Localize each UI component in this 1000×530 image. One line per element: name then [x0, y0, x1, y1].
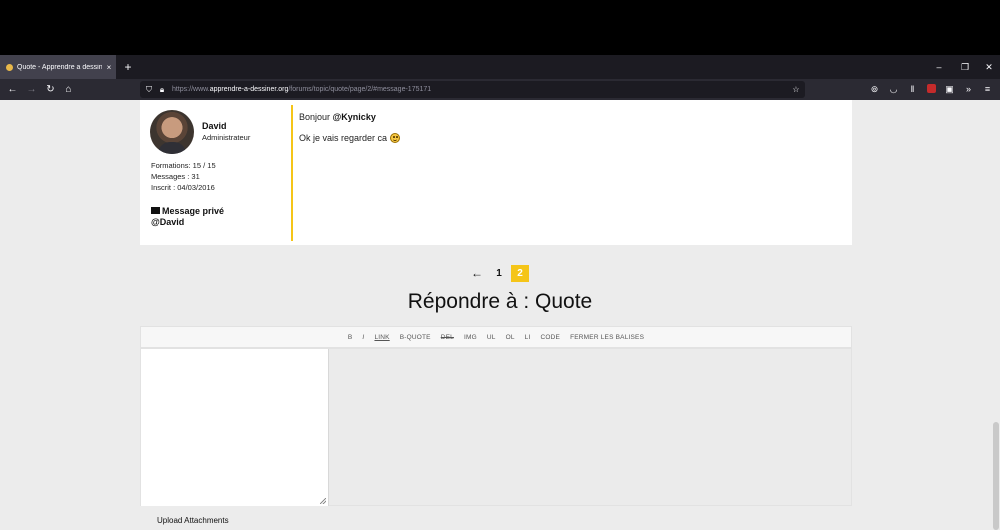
- editor-area: [140, 348, 852, 506]
- home-icon[interactable]: ⌂: [60, 81, 77, 98]
- author-messages: Messages : 31: [151, 172, 200, 181]
- scrollbar[interactable]: [992, 100, 1000, 530]
- tab-bar: Quote - Apprendre a dessiner × + – ❐ ✕: [0, 55, 1000, 79]
- author-role: Administrateur: [202, 133, 251, 142]
- tab-title: Quote - Apprendre a dessiner: [17, 63, 102, 71]
- reply-textarea[interactable]: [141, 349, 329, 506]
- code-button[interactable]: CODE: [535, 334, 565, 341]
- bold-button[interactable]: B: [343, 334, 358, 341]
- extension-red-icon[interactable]: [923, 81, 940, 98]
- upload-attachments-label[interactable]: Upload Attachments: [157, 516, 229, 525]
- delete-button[interactable]: DEL: [436, 334, 459, 341]
- reload-icon[interactable]: ↻: [42, 81, 59, 98]
- private-message-link[interactable]: Message privé @David: [151, 206, 261, 228]
- screen-top-band: [0, 0, 1000, 55]
- page-content: David Administrateur Formations: 15 / 15…: [0, 100, 1000, 530]
- back-icon[interactable]: ←: [4, 81, 21, 98]
- new-tab-button[interactable]: +: [120, 59, 136, 75]
- library-icon[interactable]: ‖: [904, 81, 921, 98]
- editor-toolbar: B I LINK B-QUOTE DEL IMG UL OL LI CODE F…: [140, 326, 852, 348]
- lock-icon[interactable]: 🔒︎: [156, 81, 168, 98]
- post-divider: [291, 105, 293, 241]
- blockquote-button[interactable]: B-QUOTE: [395, 334, 436, 341]
- url-text[interactable]: https://www.apprendre-a-dessiner.org/for…: [172, 81, 431, 98]
- extension-icon[interactable]: ▣: [941, 81, 958, 98]
- close-tags-button[interactable]: FERMER LES BALISES: [565, 334, 649, 341]
- close-window-icon[interactable]: ✕: [976, 55, 1000, 79]
- pm-handle: @David: [151, 217, 185, 227]
- resize-handle-icon[interactable]: [320, 498, 326, 504]
- forward-icon[interactable]: →: [23, 81, 40, 98]
- pagination-page-1[interactable]: 1: [492, 265, 506, 282]
- smiley-icon: [390, 133, 401, 143]
- avatar[interactable]: [150, 110, 194, 154]
- post-message: Ok je vais regarder ca: [299, 133, 401, 143]
- ol-button[interactable]: OL: [501, 334, 520, 341]
- url-bar[interactable]: ⛉ 🔒︎ https://www.apprendre-a-dessiner.or…: [140, 81, 805, 98]
- minimize-icon[interactable]: –: [926, 55, 952, 79]
- site-favicon-icon: [6, 63, 13, 71]
- pagination-prev[interactable]: ←: [469, 265, 485, 282]
- author-inscrit: Inscrit : 04/03/2016: [151, 183, 215, 192]
- tab-close-icon[interactable]: ×: [102, 63, 116, 72]
- ul-button[interactable]: UL: [482, 334, 501, 341]
- li-button[interactable]: LI: [520, 334, 536, 341]
- bookmark-star-icon[interactable]: ☆: [790, 81, 802, 98]
- reply-title: Répondre à : Quote: [407, 290, 593, 313]
- author-formations: Formations: 15 / 15: [151, 161, 216, 170]
- pagination-page-2-current: 2: [511, 265, 529, 282]
- scrollbar-thumb[interactable]: [993, 422, 999, 530]
- envelope-icon: [151, 207, 160, 214]
- mention-link[interactable]: @Kynicky: [333, 112, 376, 122]
- hamburger-menu-icon[interactable]: ≡: [979, 81, 996, 98]
- forum-post: David Administrateur Formations: 15 / 15…: [140, 100, 852, 245]
- account-icon[interactable]: ⊚: [866, 81, 883, 98]
- restore-icon[interactable]: ❐: [952, 55, 978, 79]
- pm-label: Message privé: [162, 206, 225, 216]
- overflow-menu-icon[interactable]: »: [960, 81, 977, 98]
- link-button[interactable]: LINK: [369, 334, 394, 341]
- italic-button[interactable]: I: [357, 334, 369, 341]
- image-button[interactable]: IMG: [459, 334, 482, 341]
- author-name[interactable]: David: [202, 121, 227, 131]
- tab-active[interactable]: Quote - Apprendre a dessiner ×: [0, 55, 116, 79]
- shield-icon[interactable]: ⛉: [143, 81, 155, 98]
- post-greeting: Bonjour @Kynicky: [299, 112, 376, 122]
- pocket-icon[interactable]: ◡: [885, 81, 902, 98]
- navigation-bar: ← → ↻ ⌂ ⛉ 🔒︎ https://www.apprendre-a-des…: [0, 79, 1000, 100]
